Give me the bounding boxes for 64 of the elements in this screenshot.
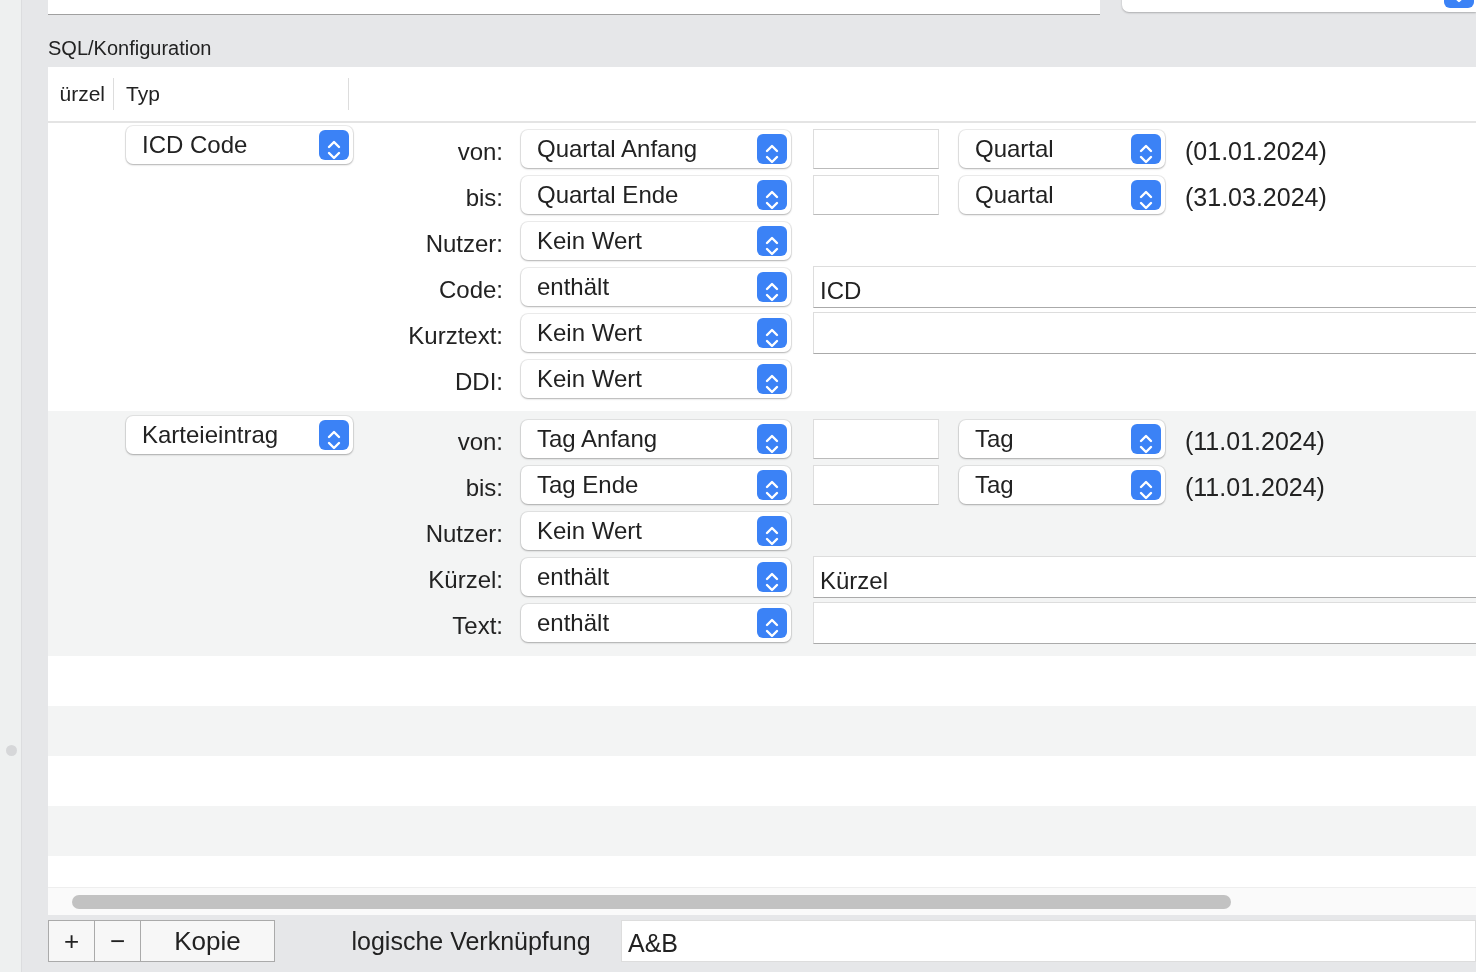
date-text: (31.03.2024) xyxy=(1185,182,1327,214)
operator-dropdown[interactable]: enthält xyxy=(521,558,791,596)
column-header[interactable]: ürzel xyxy=(48,78,114,110)
operator-dropdown[interactable]: Kein Wert xyxy=(521,360,791,398)
date-text: (01.01.2024) xyxy=(1185,136,1327,168)
logic-label: logische Verknüpfung xyxy=(351,926,591,957)
type-dropdown[interactable]: Karteieintrag xyxy=(126,416,353,454)
operator-dropdown[interactable]: Tag Anfang xyxy=(521,420,791,458)
unit-dropdown[interactable]: Tag xyxy=(959,466,1165,504)
operator-dropdown[interactable]: Tag Ende xyxy=(521,466,791,504)
operator-dropdown[interactable]: Quartal Anfang xyxy=(521,130,791,168)
field-label: von: xyxy=(456,427,503,457)
stepper-icon xyxy=(319,130,349,160)
field-label: Text: xyxy=(451,611,503,641)
field-label: von: xyxy=(456,137,503,167)
value-field[interactable]: Kürzel xyxy=(813,556,1476,598)
section-title: SQL/Konfiguration xyxy=(48,36,213,61)
field-label: Code: xyxy=(437,275,503,305)
field-label: DDI: xyxy=(454,367,503,397)
stepper-icon xyxy=(757,272,787,302)
stepper-icon xyxy=(1131,134,1161,164)
unit-dropdown[interactable]: Tag xyxy=(959,420,1165,458)
operator-dropdown[interactable]: Kein Wert xyxy=(521,512,791,550)
type-dropdown[interactable]: ICD Code xyxy=(126,126,353,164)
offset-field[interactable] xyxy=(813,419,939,459)
stepper-icon xyxy=(319,420,349,450)
operator-dropdown[interactable]: enthält xyxy=(521,604,791,642)
offset-field[interactable] xyxy=(813,465,939,505)
date-text: (11.01.2024) xyxy=(1185,426,1325,458)
field-label: Nutzer: xyxy=(424,519,503,549)
field-label: Nutzer: xyxy=(424,229,503,259)
field-label: bis: xyxy=(464,473,503,503)
stepper-icon xyxy=(757,318,787,348)
operator-dropdown[interactable]: Kein Wert xyxy=(521,314,791,352)
field-label: bis: xyxy=(464,183,503,213)
stepper-icon xyxy=(757,608,787,638)
stepper-icon xyxy=(757,562,787,592)
field-label: Kurztext: xyxy=(407,321,503,351)
operator-dropdown[interactable]: Quartal Ende xyxy=(521,176,791,214)
stepper-icon xyxy=(1131,424,1161,454)
date-text: (11.01.2024) xyxy=(1185,472,1325,504)
stepper-icon xyxy=(1131,470,1161,500)
offset-field[interactable] xyxy=(813,175,939,215)
operator-dropdown[interactable]: Kein Wert xyxy=(521,222,791,260)
logic-field[interactable]: A&B xyxy=(621,920,1476,962)
offset-field[interactable] xyxy=(813,129,939,169)
scrollbar-thumb[interactable] xyxy=(72,894,1231,909)
field-label: Kürzel: xyxy=(427,565,503,595)
resize-handle-icon[interactable] xyxy=(6,745,17,756)
stepper-icon xyxy=(757,424,787,454)
column-header[interactable]: Typ xyxy=(114,78,349,110)
stepper-icon xyxy=(757,180,787,210)
stepper-icon xyxy=(757,226,787,256)
stepper-icon xyxy=(757,134,787,164)
operator-dropdown[interactable]: enthält xyxy=(521,268,791,306)
stepper-icon xyxy=(1131,180,1161,210)
value-field[interactable] xyxy=(813,602,1476,644)
stepper-icon xyxy=(757,516,787,546)
stepper-icon xyxy=(757,364,787,394)
value-field[interactable] xyxy=(813,312,1476,354)
stepper-icon xyxy=(757,470,787,500)
value-field[interactable]: ICD xyxy=(813,266,1476,308)
unit-dropdown[interactable]: Quartal xyxy=(959,176,1165,214)
unit-dropdown[interactable]: Quartal xyxy=(959,130,1165,168)
